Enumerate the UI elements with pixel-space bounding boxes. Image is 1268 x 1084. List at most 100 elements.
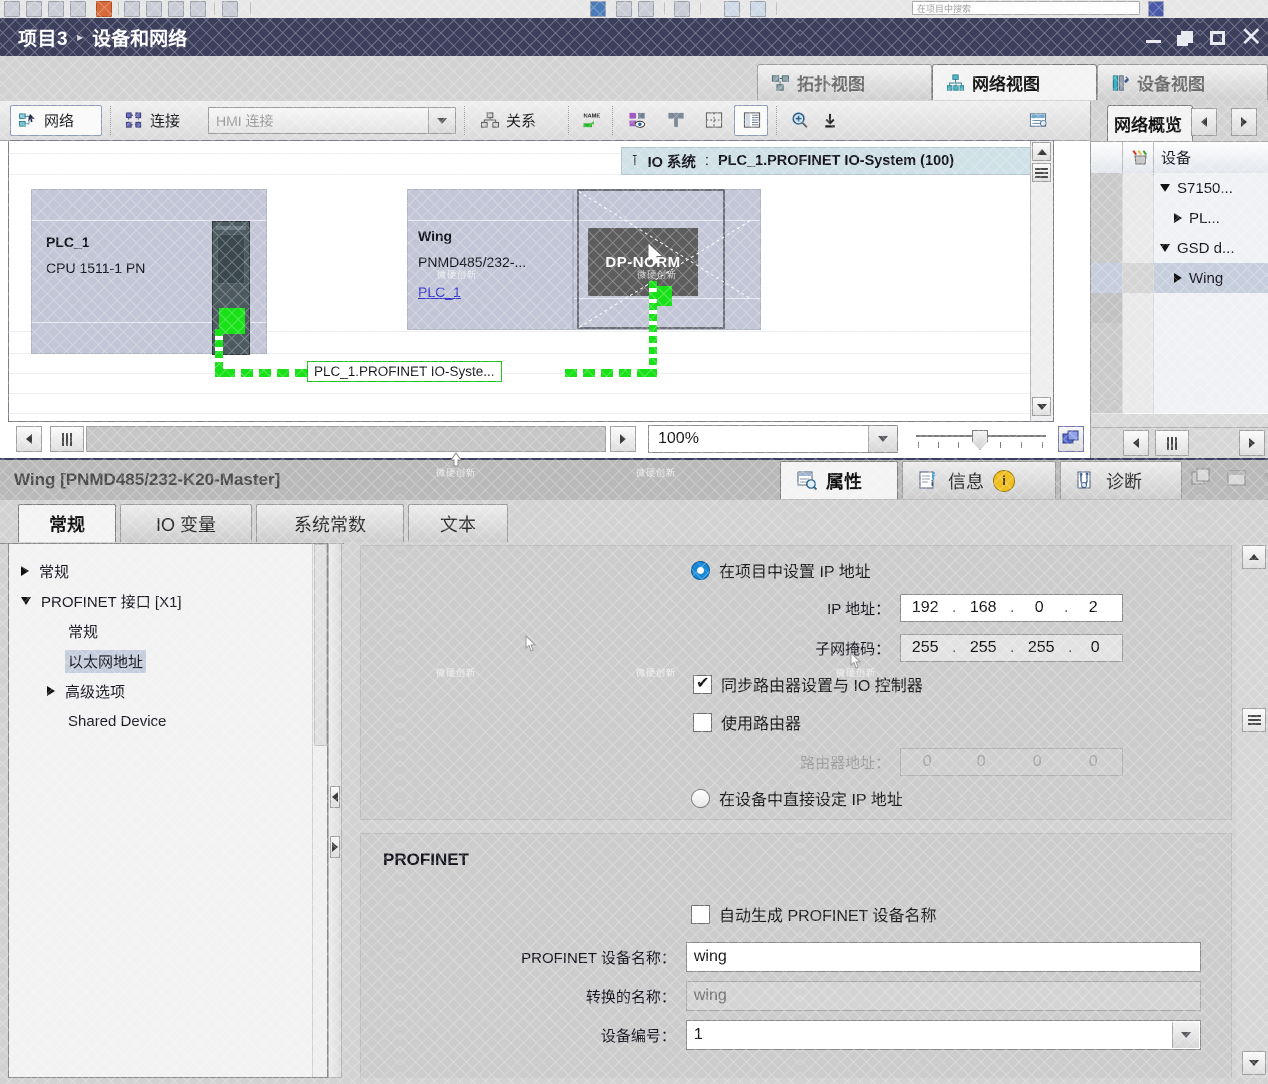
- float-icon[interactable]: [1190, 467, 1212, 489]
- canvas-scroll-down-button[interactable]: [1032, 397, 1051, 416]
- mask-octet-1[interactable]: 255: [901, 639, 949, 657]
- panel-next-button[interactable]: [1231, 108, 1257, 136]
- toolbar-icon-search-go[interactable]: [1148, 1, 1164, 17]
- tree-item-profinet-interface[interactable]: PROFINET 接口 [X1]: [9, 586, 327, 616]
- toolbar-icon-undo[interactable]: [222, 1, 238, 17]
- toolbar-icon-offline[interactable]: [190, 1, 206, 17]
- network-mode-button[interactable]: 网络: [10, 105, 102, 136]
- expand-triangle-icon[interactable]: [1160, 244, 1170, 252]
- radio-set-ip-in-project-row[interactable]: 在项目中设置 IP 地址: [691, 558, 871, 582]
- zoom-level-dropdown-button[interactable]: [868, 426, 897, 452]
- tab-info[interactable]: i 信息 i: [902, 461, 1056, 499]
- hmi-connection-dropdown-button[interactable]: [428, 108, 455, 133]
- toolbar-icon-monitor[interactable]: [616, 1, 632, 17]
- tab-properties[interactable]: 属性: [780, 461, 898, 499]
- toolbar-icon-compile[interactable]: [96, 1, 112, 17]
- sync-router-row[interactable]: 同步路由器设置与 IO 控制器: [693, 672, 923, 696]
- toolbar-icon-start-sim[interactable]: [590, 1, 606, 17]
- tab-diagnostics[interactable]: 诊断: [1060, 461, 1182, 499]
- tab-general[interactable]: 常规: [18, 504, 116, 542]
- io-system-bar[interactable]: ⊺ IO 系统 : PLC_1.PROFINET IO-System (100): [621, 147, 1053, 175]
- toolbar-icon-saveas[interactable]: [70, 1, 86, 17]
- radio-set-ip-on-device-row[interactable]: 在设备中直接设定 IP 地址: [691, 786, 903, 810]
- inspector-splitter[interactable]: [328, 543, 342, 1078]
- address-overview-button[interactable]: [734, 105, 768, 136]
- device-wing[interactable]: Wing PNMD485/232-... PLC_1: [407, 189, 573, 330]
- close-button[interactable]: ✕: [1240, 24, 1263, 51]
- toolbar-icon-open[interactable]: [26, 1, 42, 17]
- canvas-scroll-right-button[interactable]: [610, 426, 636, 452]
- canvas-scroll-thumb[interactable]: [1032, 163, 1051, 182]
- ip-octet-1[interactable]: 192: [901, 599, 949, 617]
- mask-octet-2[interactable]: 255: [959, 639, 1007, 657]
- subnet-mask-input[interactable]: 255 . 255 . 255 . 0: [900, 634, 1123, 662]
- use-router-checkbox[interactable]: [693, 712, 712, 732]
- tree-item-shared-device[interactable]: Shared Device: [9, 706, 327, 736]
- highlight-button[interactable]: [620, 105, 652, 136]
- overview-row-wing[interactable]: Wing: [1091, 263, 1268, 294]
- fit-to-window-button[interactable]: [1058, 426, 1084, 452]
- overview-row-plc[interactable]: PL...: [1091, 203, 1268, 234]
- mask-octet-4[interactable]: 0: [1075, 639, 1115, 657]
- minimize-button[interactable]: [1144, 27, 1164, 47]
- canvas-scroll-up-button[interactable]: [1032, 142, 1051, 161]
- tab-topology-view[interactable]: 拓扑视图: [757, 64, 932, 100]
- tab-texts[interactable]: 文本: [408, 504, 508, 542]
- dock-icon[interactable]: [1226, 467, 1248, 489]
- expand-triangle-icon[interactable]: [1174, 213, 1182, 223]
- toolbar-icon-window-tile[interactable]: [750, 1, 766, 17]
- zoom-slider[interactable]: [916, 430, 1046, 452]
- expand-triangle-icon[interactable]: [1174, 273, 1182, 283]
- overview-row-s7150[interactable]: S7150...: [1091, 173, 1268, 204]
- zoom-fit-button[interactable]: [812, 105, 836, 136]
- tree-item-advanced-options[interactable]: 高级选项: [9, 676, 327, 706]
- breadcrumb-project[interactable]: 项目3: [18, 24, 68, 51]
- overview-row-gsd[interactable]: GSD d...: [1091, 233, 1268, 264]
- mask-octet-3[interactable]: 255: [1017, 639, 1065, 657]
- device-number-select[interactable]: 1: [685, 1020, 1201, 1050]
- collapse-triangle-icon[interactable]: [21, 597, 31, 605]
- zoom-level-select[interactable]: 100%: [648, 425, 898, 453]
- maximize-button[interactable]: [1208, 27, 1228, 47]
- inspector-scroll-up-button[interactable]: [1242, 545, 1266, 569]
- net-system-label[interactable]: PLC_1.PROFINET IO-Syste...: [307, 361, 502, 382]
- device-plc[interactable]: PLC_1 CPU 1511-1 PN: [31, 189, 267, 355]
- inspector-scroll-down-button[interactable]: [1242, 1051, 1266, 1075]
- overview-hscroll-thumb[interactable]: [1155, 430, 1189, 456]
- expand-triangle-icon[interactable]: [1160, 184, 1170, 192]
- toolbar-icon-online[interactable]: [168, 1, 184, 17]
- expand-triangle-icon[interactable]: [47, 686, 55, 696]
- device-number-dropdown-button[interactable]: [1172, 1022, 1199, 1048]
- toolbar-icon-upload[interactable]: [146, 1, 162, 17]
- overview-scroll-right-button[interactable]: [1239, 430, 1265, 456]
- radio-set-ip-in-project[interactable]: [691, 560, 710, 580]
- network-overview-hscrollbar[interactable]: [1091, 427, 1268, 458]
- auto-generate-name-checkbox[interactable]: [691, 904, 710, 924]
- tree-item-interface-general[interactable]: 常规: [9, 616, 327, 646]
- toolbar-icon-window-split[interactable]: [724, 1, 740, 17]
- toolbar-icon-download[interactable]: [124, 1, 140, 17]
- toolbar-icon-watch[interactable]: [638, 1, 654, 17]
- restore-button[interactable]: [1176, 27, 1196, 47]
- canvas-scroll-left-button[interactable]: [16, 426, 42, 452]
- toolbar-icon-crossref[interactable]: [674, 1, 690, 17]
- network-canvas-surface[interactable]: ⊺ IO 系统 : PLC_1.PROFINET IO-System (100)…: [9, 141, 1053, 421]
- tree-item-ethernet-address[interactable]: 以太网地址: [9, 646, 327, 676]
- canvas-hscroll-track[interactable]: [86, 426, 606, 452]
- canvas-hscroll-thumb[interactable]: [50, 426, 84, 452]
- project-search-input[interactable]: 在项目中搜索: [912, 1, 1140, 15]
- connection-mode-button[interactable]: 连接: [116, 105, 204, 136]
- column-header-device[interactable]: 设备: [1161, 142, 1191, 173]
- expand-triangle-icon[interactable]: [21, 566, 29, 576]
- ip-octet-2[interactable]: 168: [959, 599, 1007, 617]
- zoom-in-button[interactable]: [782, 105, 814, 136]
- canvas-vscrollbar[interactable]: [1030, 141, 1053, 421]
- column-header-wrench[interactable]: [1127, 142, 1153, 173]
- hmi-connection-select[interactable]: HMI 连接: [208, 107, 456, 134]
- sync-router-checkbox[interactable]: [693, 673, 712, 694]
- page-break-button[interactable]: [658, 105, 690, 136]
- network-canvas[interactable]: ⊺ IO 系统 : PLC_1.PROFINET IO-System (100)…: [8, 140, 1054, 422]
- toolbar-icon-save[interactable]: [48, 1, 64, 17]
- tab-network-view[interactable]: 网络视图: [932, 64, 1097, 100]
- ip-address-input[interactable]: 192 . 168 . 0 . 2: [900, 594, 1123, 622]
